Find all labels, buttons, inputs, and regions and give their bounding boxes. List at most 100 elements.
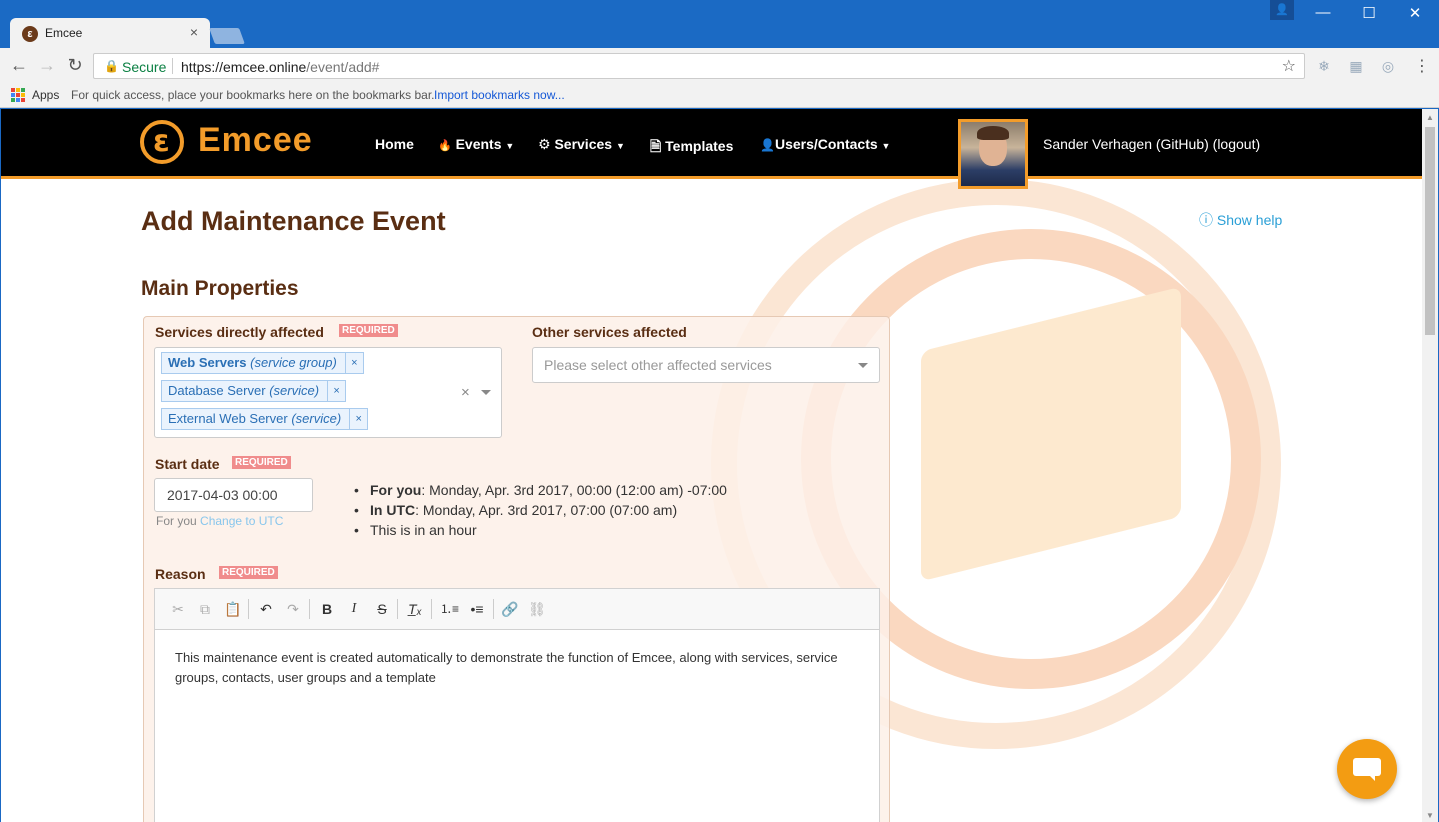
service-tag-name: External Web Server	[168, 411, 288, 426]
back-icon[interactable]: ←	[9, 55, 29, 76]
other-services-select[interactable]: Please select other affected services	[532, 347, 880, 383]
tab-close-icon[interactable]: ×	[190, 24, 198, 40]
url-text[interactable]: https://emcee.online/event/add#	[181, 59, 379, 75]
bulleted-list-icon[interactable]: •≡	[468, 600, 486, 618]
remove-format-icon[interactable]: T̲ₓ	[406, 600, 424, 618]
reason-editor[interactable]: ✂ ⧉ 📋 ↶ ↷ B I S T̲ₓ ⒈≡ •≡ 🔗 ⛓ This maint…	[154, 588, 880, 822]
reason-label: Reason	[155, 566, 206, 582]
toolbar-separator	[309, 599, 310, 619]
page-viewport: Emcee Home 🔥 Events ▼ ⚙ Services ▼ 🗎 Tem…	[1, 109, 1438, 822]
timezone-note: For you Change to UTC	[156, 514, 283, 528]
new-tab-button[interactable]	[209, 28, 245, 44]
italic-icon[interactable]: I	[345, 600, 363, 618]
extension-target-icon[interactable]: ◎	[1380, 58, 1396, 74]
extension-snowflake-icon[interactable]: ❄	[1316, 58, 1332, 74]
bookmark-star-icon[interactable]: ☆	[1282, 56, 1296, 76]
toolbar-separator	[493, 599, 494, 619]
toolbar-separator	[248, 599, 249, 619]
show-help-label: Show help	[1216, 212, 1283, 228]
paste-icon[interactable]: 📋	[224, 600, 242, 618]
service-tag-type: (service)	[291, 411, 342, 426]
required-badge: REQUIRED	[219, 566, 278, 579]
import-bookmarks-link[interactable]: Import bookmarks now...	[434, 88, 565, 102]
page-scrollbar[interactable]: ▲ ▼	[1422, 109, 1438, 822]
reload-icon[interactable]: ↻	[65, 55, 85, 76]
tz-label: In UTC	[370, 502, 416, 518]
list-item: In UTC: Monday, Apr. 3rd 2017, 07:00 (07…	[354, 500, 727, 520]
scroll-down-icon[interactable]: ▼	[1426, 811, 1434, 820]
minimize-icon[interactable]: —	[1308, 4, 1338, 21]
remove-tag-icon[interactable]: ×	[344, 353, 363, 373]
profile-icon[interactable]: 👤	[1270, 0, 1294, 20]
browser-titlebar: ε Emcee × 👤 — ☐ ✕	[0, 0, 1439, 48]
remove-tag-icon[interactable]: ×	[327, 381, 345, 401]
remove-tag-icon[interactable]: ×	[349, 409, 367, 429]
browser-toolbar: ← → ↻ 🔒 Secure https://emcee.online/even…	[0, 48, 1439, 84]
start-date-label: Start date	[155, 456, 220, 472]
service-tag[interactable]: Database Server (service) ×	[161, 380, 347, 402]
extension-grid-icon[interactable]: ▦	[1348, 58, 1364, 74]
numbered-list-icon[interactable]: ⒈≡	[440, 600, 459, 618]
unlink-icon[interactable]: ⛓	[528, 600, 546, 618]
apps-link[interactable]: Apps	[32, 88, 59, 102]
reason-text[interactable]: This maintenance event is created automa…	[175, 648, 865, 688]
other-services-placeholder: Please select other affected services	[544, 357, 772, 373]
bookmarks-bar: Apps For quick access, place your bookma…	[0, 84, 1439, 108]
maximize-icon[interactable]: ☐	[1354, 4, 1384, 22]
tz-label: For you	[370, 482, 422, 498]
show-help-link[interactable]: ⓘ Show help	[1199, 210, 1282, 230]
lock-icon: 🔒	[104, 59, 119, 73]
list-item: For you: Monday, Apr. 3rd 2017, 00:00 (1…	[354, 480, 727, 500]
editor-toolbar: ✂ ⧉ 📋 ↶ ↷ B I S T̲ₓ ⒈≡ •≡ 🔗 ⛓	[155, 589, 879, 630]
services-multiselect[interactable]: Web Servers (service group) × Database Se…	[154, 347, 502, 438]
question-circle-icon: ⓘ	[1199, 212, 1213, 228]
other-services-label: Other services affected	[532, 324, 687, 340]
emcee-favicon-icon: ε	[22, 26, 38, 42]
start-date-input[interactable]: 2017-04-03 00:00	[154, 478, 313, 512]
tz-text: : Monday, Apr. 3rd 2017, 07:00 (07:00 am…	[415, 502, 678, 518]
timezone-list: For you: Monday, Apr. 3rd 2017, 00:00 (1…	[354, 480, 727, 540]
secure-label: Secure	[122, 59, 167, 75]
main-properties-panel: Services directly affected REQUIRED Web …	[143, 316, 890, 822]
scroll-up-icon[interactable]: ▲	[1426, 113, 1434, 122]
chat-icon	[1353, 758, 1381, 781]
toolbar-separator	[431, 599, 432, 619]
change-to-utc-link[interactable]: Change to UTC	[200, 514, 283, 528]
service-tag-type: (service)	[269, 383, 320, 398]
tab-title: Emcee	[45, 26, 83, 40]
address-bar[interactable]: 🔒 Secure https://emcee.online/event/add#…	[93, 53, 1305, 79]
url-host: https://emcee.online	[181, 59, 307, 75]
forward-icon[interactable]: →	[37, 55, 57, 76]
service-tag[interactable]: External Web Server (service) ×	[161, 408, 369, 430]
required-badge: REQUIRED	[232, 456, 291, 469]
close-window-icon[interactable]: ✕	[1400, 4, 1430, 22]
chat-widget-button[interactable]	[1337, 739, 1397, 799]
service-tag-name: Database Server	[168, 383, 266, 398]
browser-tab[interactable]: ε Emcee ×	[10, 18, 210, 48]
url-path: /event/add#	[306, 59, 380, 75]
for-you-label: For you	[156, 514, 197, 528]
main-content: Add Maintenance Event ⓘ Show help Main P…	[1, 109, 1422, 822]
copy-icon[interactable]: ⧉	[196, 600, 214, 618]
required-badge: REQUIRED	[339, 324, 398, 337]
chrome-menu-icon[interactable]: ⋮	[1414, 56, 1430, 76]
tz-text: : Monday, Apr. 3rd 2017, 00:00 (12:00 am…	[421, 482, 727, 498]
undo-icon[interactable]: ↶	[257, 600, 275, 618]
clear-all-icon[interactable]: ×	[461, 384, 470, 401]
scroll-thumb[interactable]	[1425, 127, 1435, 335]
apps-grid-icon[interactable]	[11, 88, 25, 102]
toolbar-separator	[397, 599, 398, 619]
strikethrough-icon[interactable]: S	[373, 600, 391, 618]
redo-icon[interactable]: ↷	[284, 600, 302, 618]
list-item: This is in an hour	[354, 520, 727, 540]
dropdown-arrow-icon[interactable]	[481, 390, 491, 395]
dropdown-arrow-icon	[858, 363, 868, 368]
service-tag[interactable]: Web Servers (service group) ×	[161, 352, 364, 374]
link-icon[interactable]: 🔗	[501, 600, 519, 618]
tz-text: This is in an hour	[370, 522, 477, 538]
bold-icon[interactable]: B	[318, 600, 336, 618]
services-label: Services directly affected	[155, 324, 324, 340]
service-tag-name: Web Servers	[168, 355, 247, 370]
service-tag-type: (service group)	[250, 355, 337, 370]
cut-icon[interactable]: ✂	[169, 600, 187, 618]
